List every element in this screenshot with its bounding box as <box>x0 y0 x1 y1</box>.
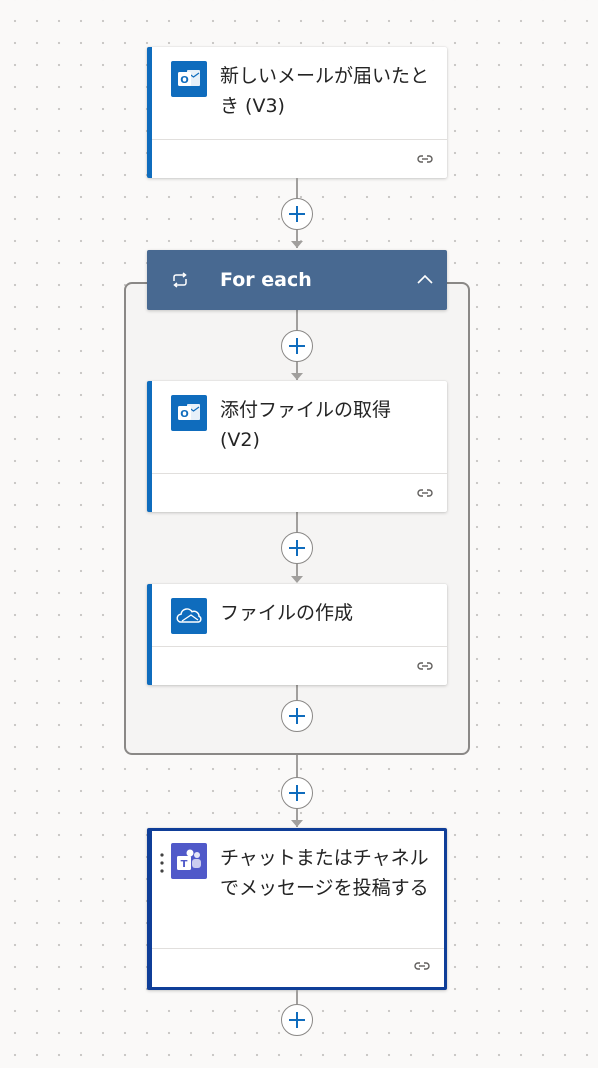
add-step-button[interactable] <box>281 700 313 732</box>
connector-line <box>296 685 298 700</box>
card-footer <box>152 948 444 987</box>
link-icon[interactable] <box>415 484 435 502</box>
add-step-button[interactable] <box>281 330 313 362</box>
connector-arrow <box>291 373 303 380</box>
get-attachments-title: 添付ファイルの取得 (V2) <box>220 399 392 451</box>
svg-text:O: O <box>180 409 189 420</box>
post-message-card[interactable]: T チャットまたはチャネルでメッセージを投稿する <box>147 828 447 990</box>
get-attachments-card[interactable]: O 添付ファイルの取得 (V2) <box>147 381 447 512</box>
svg-text:O: O <box>180 75 189 86</box>
post-message-title: チャットまたはチャネルでメッセージを投稿する <box>220 847 429 899</box>
plus-icon <box>289 785 305 801</box>
connector-arrow <box>291 241 303 248</box>
connector-arrow <box>291 820 303 827</box>
connector-arrow <box>291 576 303 583</box>
drag-handle[interactable] <box>160 851 164 875</box>
onedrive-icon <box>171 598 207 634</box>
link-icon[interactable] <box>412 957 432 975</box>
link-icon[interactable] <box>415 150 435 168</box>
add-step-button[interactable] <box>281 198 313 230</box>
trigger-title: 新しいメールが届いたとき (V3) <box>220 65 430 117</box>
link-icon[interactable] <box>415 657 435 675</box>
create-file-card[interactable]: ファイルの作成 <box>147 584 447 685</box>
add-step-button[interactable] <box>281 1004 313 1036</box>
plus-icon <box>289 540 305 556</box>
foreach-header[interactable]: For each <box>147 250 447 310</box>
plus-icon <box>289 206 305 222</box>
card-footer <box>152 646 447 685</box>
add-step-button[interactable] <box>281 532 313 564</box>
flow-designer-canvas: { "steps": [ { "title": "新しいメールが届いたとき (V… <box>0 0 598 1068</box>
plus-icon <box>289 708 305 724</box>
plus-icon <box>289 1012 305 1028</box>
plus-icon <box>289 338 305 354</box>
trigger-card[interactable]: O 新しいメールが届いたとき (V3) <box>147 47 447 178</box>
add-step-button[interactable] <box>281 777 313 809</box>
create-file-title: ファイルの作成 <box>220 602 354 624</box>
outlook-icon: O <box>171 61 207 97</box>
chevron-up-icon[interactable] <box>415 270 435 290</box>
connector-line <box>296 990 298 1004</box>
foreach-title: For each <box>220 269 312 291</box>
card-footer <box>152 139 447 178</box>
loop-icon <box>171 271 189 289</box>
outlook-icon: O <box>171 395 207 431</box>
svg-text:T: T <box>181 859 188 870</box>
card-footer <box>152 473 447 512</box>
teams-icon: T <box>171 843 207 879</box>
